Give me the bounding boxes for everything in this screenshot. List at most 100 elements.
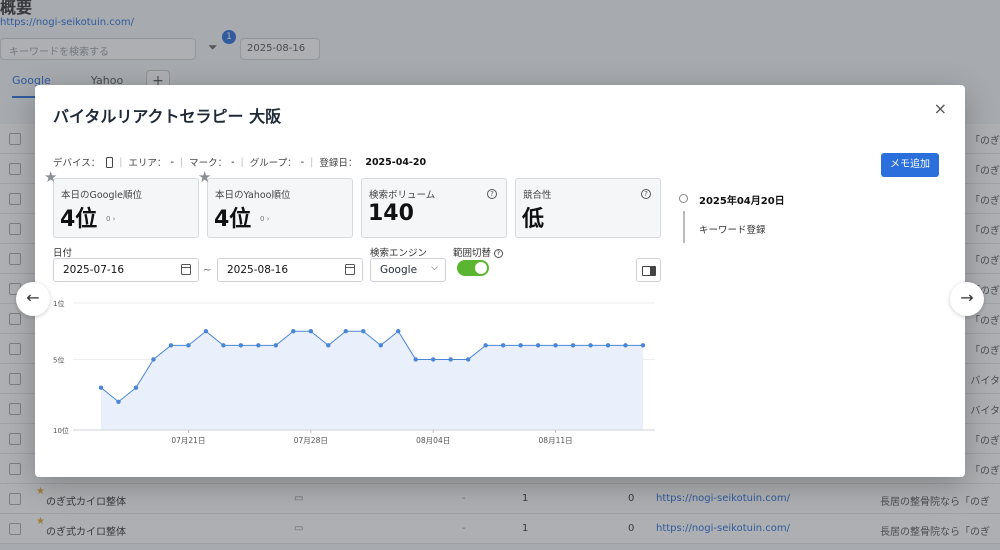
rank-area: [101, 331, 643, 430]
mark-value: -: [231, 156, 235, 168]
y-tick-label: 5位: [53, 355, 64, 364]
divider: |: [240, 156, 244, 168]
data-point: [500, 343, 506, 348]
card-label: 競合性: [523, 190, 552, 201]
date-from-value: 2025-07-16: [63, 264, 125, 276]
x-tick-label: 08月04日: [416, 436, 450, 445]
x-tick-label: 07月21日: [171, 436, 205, 445]
smartphone-icon: [106, 156, 114, 168]
help-icon[interactable]: ?: [641, 189, 651, 199]
data-point: [535, 343, 541, 348]
data-point: [518, 343, 523, 348]
competition-card: 競合性 低 ?: [515, 178, 661, 238]
help-icon[interactable]: ?: [487, 189, 497, 199]
timeline-event: キーワード登録: [699, 225, 766, 236]
card-value: 低: [522, 207, 545, 232]
star-icon: ★: [44, 168, 58, 186]
group-label: グループ：: [249, 158, 297, 169]
card-label: 検索ボリューム: [369, 190, 436, 201]
group-value: -: [300, 156, 305, 168]
keyword-detail-modal: バイタルリアクトセラピー 大阪 × デバイス： | エリア： - | マーク： …: [35, 85, 965, 477]
x-tick-label: 08月11日: [539, 436, 573, 445]
data-point: [221, 343, 226, 348]
data-point: [256, 343, 261, 348]
side-panel-icon: [642, 266, 656, 276]
data-point: [203, 329, 209, 334]
divider: |: [119, 156, 123, 168]
add-memo-button[interactable]: メモ追加: [881, 153, 939, 177]
previous-keyword-button[interactable]: ←: [16, 282, 50, 316]
data-point: [98, 385, 104, 390]
data-point: [623, 343, 628, 348]
data-point: [168, 343, 174, 348]
card-label: 本日のGoogle順位: [61, 190, 143, 201]
calendar-icon: [181, 264, 191, 275]
google-rank-card: ★ 本日のGoogle順位 4位 0 ›: [44, 168, 199, 238]
rank-change: 0 ›: [106, 215, 116, 223]
range-toggle[interactable]: [457, 260, 489, 276]
yahoo-rank-card: ★ 本日のYahoo順位 4位 0 ›: [198, 168, 353, 238]
star-icon: ★: [198, 168, 212, 186]
range-toggle-text: 範囲切替: [453, 248, 492, 259]
card-value: 4位: [214, 207, 252, 232]
date-from-input[interactable]: 2025-07-16: [53, 258, 199, 282]
help-icon[interactable]: ?: [494, 249, 504, 258]
data-point: [186, 343, 191, 348]
engine-select[interactable]: Google ⌵: [370, 258, 446, 282]
engine-value: Google: [380, 264, 418, 276]
timeline-dot: [679, 194, 688, 203]
y-tick-label: 1位: [53, 299, 64, 308]
data-point: [343, 329, 348, 334]
data-point: [378, 343, 383, 348]
data-point: [326, 343, 331, 348]
y-tick-label: 10位: [53, 426, 69, 435]
data-point: [605, 343, 611, 348]
registered-date: 2025-04-20: [365, 156, 427, 168]
keyword-meta: デバイス： | エリア： - | マーク： - | グループ： - | 登録日：…: [53, 155, 426, 169]
range-toggle-label: 範囲切替?: [453, 245, 504, 259]
calendar-icon: [345, 264, 355, 275]
card-label: 本日のYahoo順位: [215, 190, 291, 201]
range-separator: ~: [203, 265, 212, 276]
data-point: [465, 357, 471, 362]
data-point: [273, 343, 279, 348]
timeline-line: [683, 211, 685, 243]
card-value: 4位: [60, 207, 98, 232]
date-to-value: 2025-08-16: [227, 264, 289, 276]
data-point: [640, 343, 646, 348]
next-keyword-button[interactable]: →: [950, 282, 984, 316]
data-point: [430, 357, 436, 362]
data-point: [396, 329, 401, 334]
data-point: [553, 343, 558, 348]
date-label: 日付: [53, 248, 73, 259]
search-volume-card: 検索ボリューム 140 ?: [361, 178, 507, 238]
divider: |: [179, 156, 184, 168]
modal-title: バイタルリアクトセラピー 大阪: [53, 107, 282, 126]
data-point: [308, 329, 314, 334]
device-label: デバイス：: [53, 158, 101, 169]
data-point: [483, 343, 488, 348]
data-point: [133, 385, 139, 390]
card-value: 140: [368, 201, 414, 226]
data-point: [361, 329, 366, 334]
x-tick-label: 07月28日: [294, 436, 328, 445]
registered-label: 登録日：: [319, 158, 358, 169]
close-icon[interactable]: ×: [934, 99, 947, 118]
engine-label: 検索エンジン: [370, 248, 428, 259]
side-panel-toggle-button[interactable]: [636, 258, 661, 282]
data-point: [151, 357, 156, 362]
data-point: [570, 343, 576, 348]
data-point: [588, 343, 593, 348]
divider: |: [310, 156, 314, 168]
timeline-date: 2025年04月20日: [699, 196, 785, 207]
data-point: [448, 357, 453, 362]
chevron-down-icon: ⌵: [431, 263, 438, 273]
date-to-input[interactable]: 2025-08-16: [217, 258, 363, 282]
data-point: [116, 399, 121, 404]
toggle-knob: [475, 262, 487, 274]
rank-history-chart: 1位 5位 10位 07月21日 07月28日 08月04日 08月11日: [53, 299, 655, 445]
data-point: [413, 357, 418, 362]
area-label: エリア：: [128, 158, 167, 169]
data-point: [238, 343, 244, 348]
rank-change: 0 ›: [260, 215, 270, 223]
